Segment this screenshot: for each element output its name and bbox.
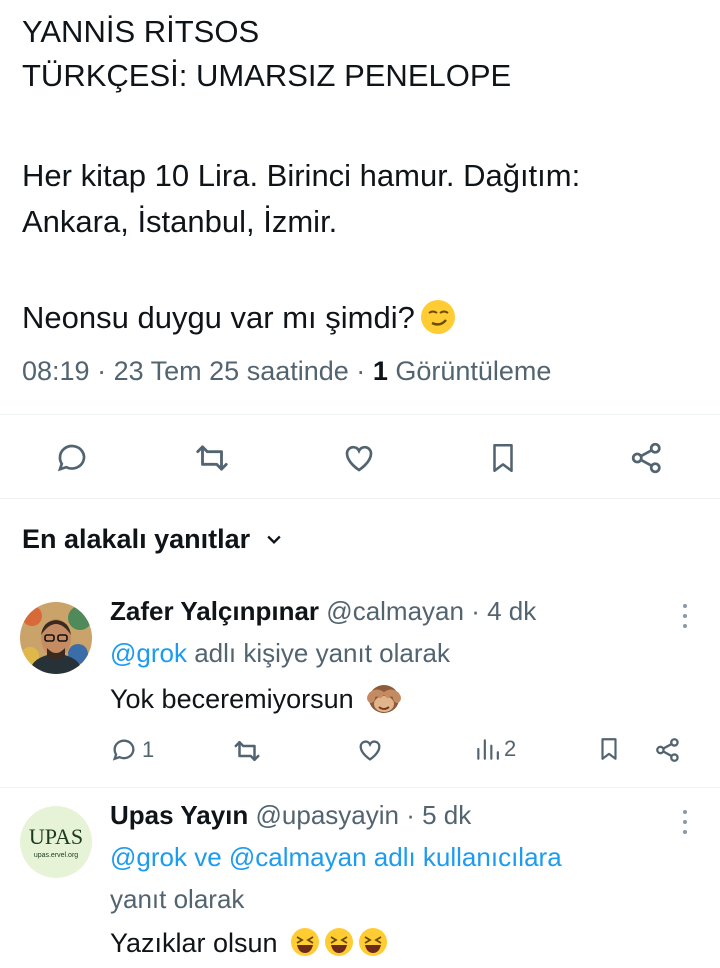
share-button[interactable]: [625, 436, 669, 480]
bookmark-icon: [601, 738, 617, 760]
views-label: Görüntüleme: [395, 356, 552, 386]
view-count: 2: [504, 736, 517, 761]
replies-sort-dropdown[interactable]: En alakalı yanıtlar: [22, 524, 284, 555]
mention-link[interactable]: @grok ve @calmayan adlı kullanıcılara: [110, 842, 562, 872]
see-no-evil-monkey-emoji-icon: [367, 685, 402, 713]
reply-age[interactable]: · 5 dk: [406, 800, 471, 830]
tweet-time[interactable]: 08:19: [22, 356, 90, 386]
reply-body: Yok beceremiyorsun: [110, 682, 402, 715]
reply-age[interactable]: · 4 dk: [471, 596, 536, 626]
tweet-text-line: TÜRKÇESİ: UMARSIZ PENELOPE: [22, 58, 512, 93]
bar-chart-icon: [477, 739, 499, 760]
reply-author-handle[interactable]: @upasyayin: [256, 800, 399, 830]
reply-body-text: Yok beceremiyorsun: [110, 684, 354, 714]
avatar[interactable]: [20, 602, 92, 674]
views-button[interactable]: 2: [474, 736, 516, 762]
bookmark-icon: [493, 443, 513, 473]
tweet-meta: 08:19 · 23 Tem 25 saatinde · 1 Görüntüle…: [22, 356, 551, 387]
retweet-icon: [196, 445, 228, 471]
replies-section-title: En alakalı yanıtlar: [22, 524, 251, 554]
avatar[interactable]: UPAS upas.ervel.org: [20, 806, 92, 878]
reply-header: Upas Yayın @upasyayin · 5 dk: [110, 800, 471, 831]
reply-header: Zafer Yalçınpınar @calmayan · 4 dk: [110, 596, 536, 627]
tweet-text-last: Neonsu duygu var mı şimdi?: [22, 300, 415, 335]
reply-body: Yazıklar olsun: [110, 926, 389, 959]
avatar-logo-subtext: upas.ervel.org: [33, 851, 79, 859]
retweet-button[interactable]: [232, 736, 262, 766]
bookmark-button[interactable]: [481, 436, 525, 480]
divider: [0, 414, 720, 415]
reply-author-name[interactable]: Upas Yayın: [110, 800, 248, 830]
reply-author-handle[interactable]: @calmayan: [326, 596, 464, 626]
heart-icon: [359, 740, 381, 761]
divider: [0, 787, 720, 788]
reply-body-text: Yazıklar olsun: [110, 928, 278, 958]
tweet-text-line: Ankara, İstanbul, İzmir.: [22, 204, 338, 239]
separator: ·: [356, 356, 366, 386]
reply-context: @grok ve @calmayan adlı kullanıcılara: [110, 842, 562, 873]
reply-context-text: adlı kişiye yanıt olarak: [186, 638, 450, 668]
divider: [0, 498, 720, 499]
heart-icon: [345, 445, 373, 472]
smirk-emoji-icon: [420, 300, 455, 334]
retweet-button[interactable]: [190, 436, 234, 480]
separator: ·: [97, 356, 107, 386]
reply-count: 1: [142, 737, 155, 762]
reply-author-name[interactable]: Zafer Yalçınpınar: [110, 596, 319, 626]
reply-button[interactable]: [50, 436, 94, 480]
like-button[interactable]: [337, 436, 381, 480]
chevron-down-icon: [266, 535, 281, 544]
tweet-text-line: Neonsu duygu var mı şimdi?: [22, 298, 455, 338]
share-icon: [631, 442, 661, 474]
reply-icon: [112, 739, 135, 761]
reply-context: @grok adlı kişiye yanıt olarak: [110, 638, 450, 669]
tweet-text-line: YANNİS RİTSOS: [22, 14, 260, 49]
reply-button[interactable]: 1: [110, 736, 154, 764]
retweet-icon: [234, 741, 260, 761]
share-icon: [656, 738, 679, 762]
views-count: 1: [372, 356, 388, 386]
more-options-icon[interactable]: [680, 810, 690, 834]
mention-link[interactable]: @grok: [110, 638, 187, 668]
like-button[interactable]: [356, 736, 384, 764]
tweet-date[interactable]: 23 Tem 25 saatinde: [114, 356, 349, 386]
bookmark-button[interactable]: [596, 736, 622, 762]
share-button[interactable]: [654, 736, 682, 764]
tweet-text-line: Her kitap 10 Lira. Birinci hamur. Dağıtı…: [22, 158, 581, 193]
reply-context-text: yanıt olarak: [110, 884, 245, 914]
avatar-logo-text: UPAS: [28, 823, 84, 849]
more-options-icon[interactable]: [680, 604, 690, 628]
reply-icon: [57, 444, 86, 472]
laughing-emoji-icon: [291, 928, 388, 956]
